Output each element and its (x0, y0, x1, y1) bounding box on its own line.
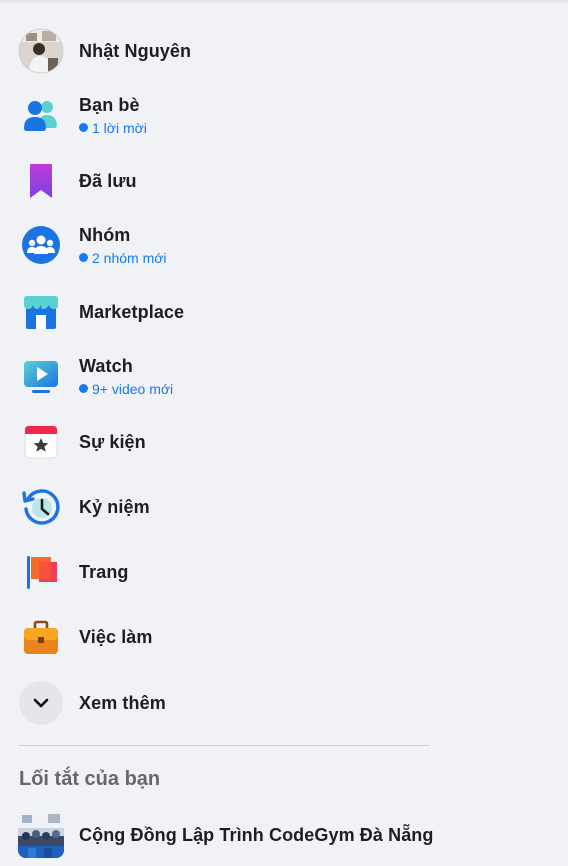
friends-icon (18, 92, 64, 138)
group-thumbnail (18, 812, 64, 858)
watch-play-icon (18, 353, 64, 399)
unread-dot (79, 123, 88, 132)
menu-item-saved[interactable]: Đã lưu (8, 158, 428, 204)
menu-item-label: Marketplace (79, 301, 185, 322)
events-calendar-icon (18, 419, 64, 465)
menu-item-friends[interactable]: Bạn bè 1 lời mời (8, 92, 428, 138)
notification-sub: 9+ video mới (79, 381, 173, 397)
menu-item-label: Đã lưu (79, 170, 137, 191)
avatar (18, 28, 64, 74)
menu-item-label: Watch (79, 355, 133, 376)
menu-item-label: Trang (79, 561, 129, 582)
menu-item-jobs[interactable]: Việc làm (8, 614, 428, 660)
groups-icon (18, 222, 64, 268)
profile-name: Nhật Nguyên (79, 40, 192, 61)
see-more-button[interactable]: Xem thêm (8, 680, 428, 726)
notification-text: 2 nhóm mới (92, 249, 167, 266)
section-divider (19, 745, 429, 746)
profile-link[interactable]: Nhật Nguyên (8, 28, 428, 74)
memories-clock-icon (18, 484, 64, 530)
notification-sub: 2 nhóm mới (79, 250, 167, 266)
notification-text: 1 lời mời (92, 119, 147, 136)
notification-sub: 1 lời mời (79, 120, 147, 136)
pages-flag-icon (18, 549, 64, 595)
menu-item-label: Kỷ niệm (79, 496, 150, 517)
shortcut-label: Cộng Đồng Lập Trình CodeGym Đà Nẵng (79, 824, 434, 845)
menu-item-label: Việc làm (79, 626, 153, 647)
menu-item-label: Nhóm (79, 224, 131, 245)
notification-text: 9+ video mới (92, 380, 174, 397)
menu-item-marketplace[interactable]: Marketplace (8, 289, 428, 335)
saved-bookmark-icon (18, 158, 64, 204)
marketplace-store-icon (18, 289, 64, 335)
chevron-down-icon (18, 680, 64, 726)
menu-item-events[interactable]: Sự kiện (8, 419, 428, 465)
menu-item-label: Bạn bè (79, 94, 140, 115)
menu-item-memories[interactable]: Kỷ niệm (8, 484, 428, 530)
shortcuts-heading: Lối tắt của bạn (19, 768, 161, 790)
unread-dot (79, 384, 88, 393)
menu-item-watch[interactable]: Watch 9+ video mới (8, 353, 428, 399)
menu-item-label: Sự kiện (79, 431, 146, 452)
menu-item-pages[interactable]: Trang (8, 549, 428, 595)
menu-item-groups[interactable]: Nhóm 2 nhóm mới (8, 222, 428, 268)
top-shadow (0, 0, 568, 4)
see-more-label: Xem thêm (79, 692, 166, 713)
jobs-briefcase-icon (18, 614, 64, 660)
shortcut-item[interactable]: Cộng Đồng Lập Trình CodeGym Đà Nẵng (8, 812, 448, 858)
unread-dot (79, 253, 88, 262)
